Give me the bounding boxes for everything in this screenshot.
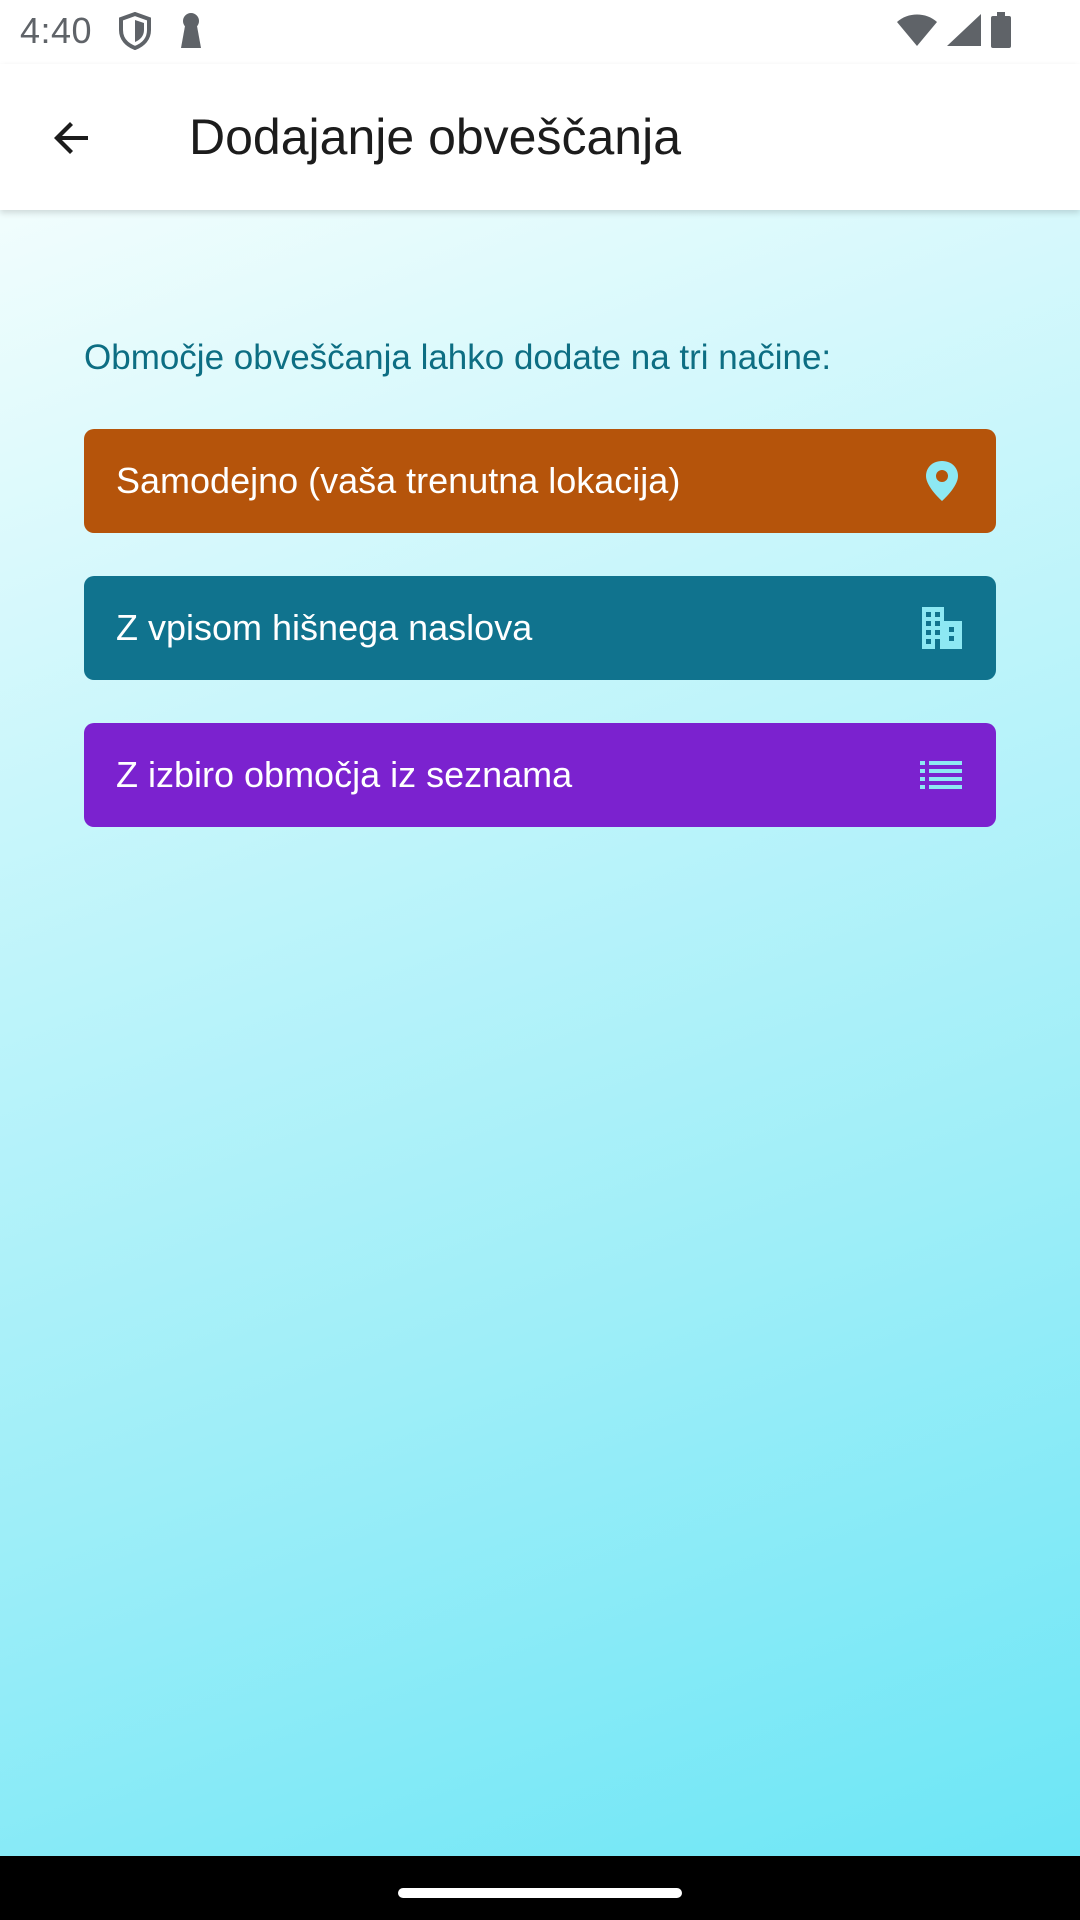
content-area: Območje obveščanja lahko dodate na tri n…: [0, 210, 1080, 1856]
intro-text: Območje obveščanja lahko dodate na tri n…: [84, 338, 832, 377]
arrow-back-icon: [48, 114, 96, 167]
cell-signal-icon: [946, 13, 982, 52]
select-from-list-button[interactable]: Z izbiro območja iz seznama: [84, 723, 996, 827]
status-right-icons: [888, 12, 1012, 53]
home-gesture-pill[interactable]: [398, 1888, 682, 1898]
house-address-button[interactable]: Z vpisom hišnega naslova: [84, 576, 996, 680]
location-pin-icon: [918, 457, 966, 505]
battery-icon: [990, 12, 1012, 53]
navigation-bar: [0, 1856, 1080, 1920]
keyhole-icon: [178, 12, 204, 55]
auto-location-button[interactable]: Samodejno (vaša trenutna lokacija): [84, 429, 996, 533]
option-label: Z vpisom hišnega naslova: [116, 607, 533, 648]
status-left-icons: [118, 11, 230, 55]
back-button[interactable]: [36, 104, 108, 176]
shield-icon: [118, 11, 152, 55]
status-time: 4:40: [20, 10, 93, 51]
wifi-icon: [896, 13, 938, 52]
option-label: Z izbiro območja iz seznama: [116, 754, 573, 795]
app-bar: Dodajanje obveščanja: [0, 64, 1080, 210]
status-bar: 4:40: [0, 0, 1080, 64]
building-icon: [918, 604, 966, 652]
page-title: Dodajanje obveščanja: [189, 109, 682, 165]
option-label: Samodejno (vaša trenutna lokacija): [116, 460, 681, 501]
list-icon: [918, 751, 966, 799]
